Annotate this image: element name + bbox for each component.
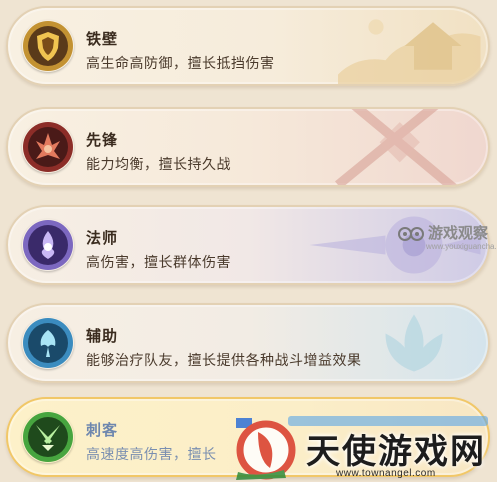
mage-icon (22, 219, 74, 271)
assassin-icon (22, 411, 74, 463)
role-card-fashi[interactable]: 法师 高伤害，擅长群体伤害 (6, 205, 490, 285)
watermark-glasses-icon (398, 227, 424, 241)
watermark-subtext: www.youxiguancha.com (426, 242, 497, 251)
role-name: 法师 (86, 230, 119, 247)
role-description: 能力均衡，擅长持久战 (86, 156, 231, 172)
role-description: 高生命高防御，擅长抵挡伤害 (86, 55, 275, 71)
role-name: 辅助 (86, 328, 119, 345)
role-name: 铁壁 (86, 31, 119, 48)
role-name: 刺客 (86, 422, 119, 439)
watermark-text: 游戏观察 (428, 225, 489, 242)
shield-icon (22, 20, 74, 72)
role-name: 先锋 (86, 132, 119, 149)
role-card-fuzhu[interactable]: 辅助 能够治疗队友，擅长提供各种战斗增益效果 (6, 303, 490, 383)
vanguard-icon (22, 121, 74, 173)
role-card-xianfeng[interactable]: 先锋 能力均衡，擅长持久战 (6, 107, 490, 187)
role-description: 能够治疗队友，擅长提供各种战斗增益效果 (86, 352, 362, 368)
support-icon (22, 317, 74, 369)
crossed-swords-decoration (334, 109, 458, 185)
role-description: 高伤害，擅长群体伤害 (86, 254, 231, 270)
role-description: 高速度高伤害，擅长 (86, 446, 217, 462)
site-logo-url: www.townangel.com (336, 468, 436, 479)
role-card-tiebi[interactable]: 铁壁 高生命高防御，擅长抵挡伤害 (6, 6, 490, 86)
site-logo-text: 天使游戏网 (306, 433, 486, 471)
